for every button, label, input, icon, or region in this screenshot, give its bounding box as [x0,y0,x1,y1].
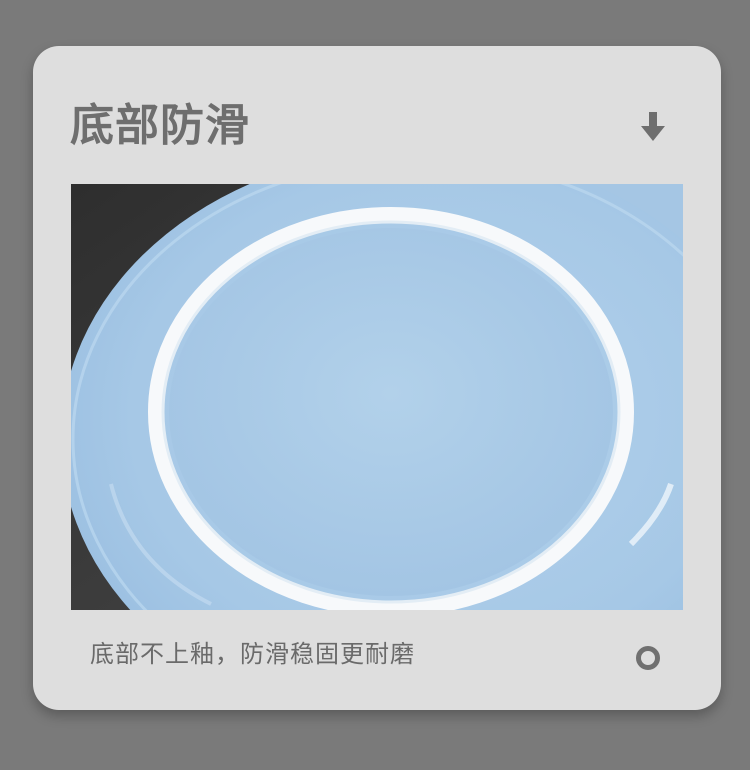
caption-text: 底部不上釉，防滑稳固更耐磨 [90,640,415,668]
plate-bottom-photo [71,184,683,610]
card-title: 底部防滑 [70,100,250,151]
down-arrow-icon[interactable] [639,110,667,144]
feature-card: 底部防滑 底部不上釉，防滑稳固更耐磨 [33,46,721,710]
ring-icon [636,646,660,670]
